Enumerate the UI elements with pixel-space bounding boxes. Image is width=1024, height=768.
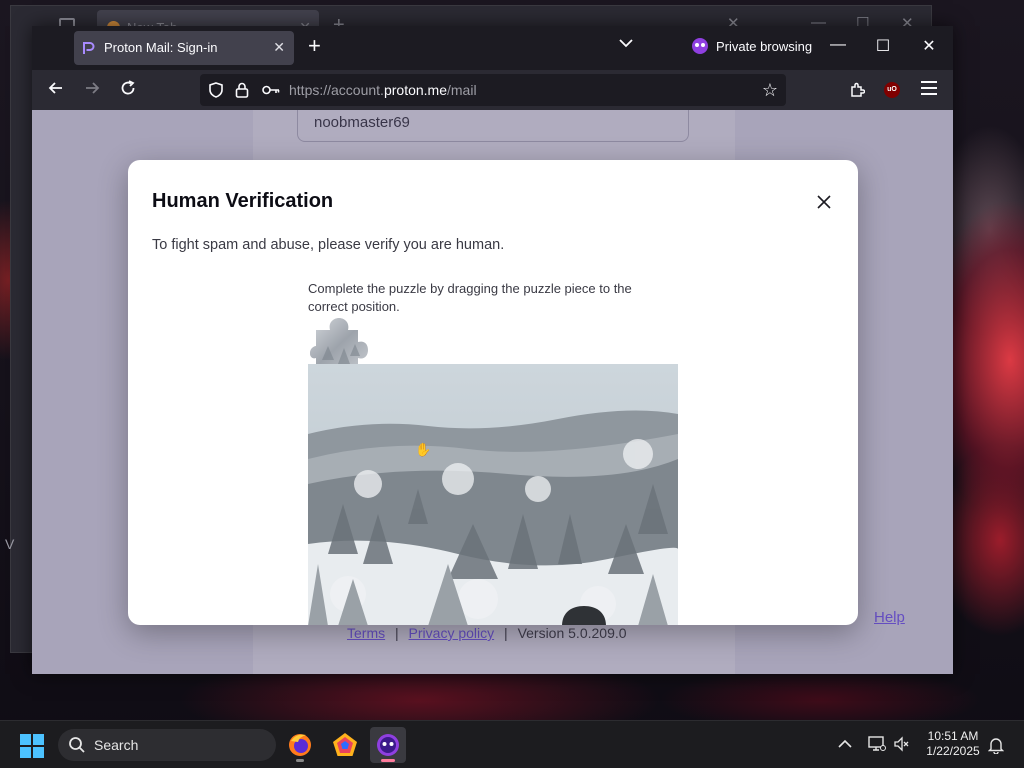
- navigation-toolbar: https://account.proton.me/mail ☆ uO: [32, 70, 953, 110]
- network-icon[interactable]: [868, 736, 886, 752]
- modal-description: To fight spam and abuse, please verify y…: [152, 237, 505, 253]
- taskbar: Search 10:51 AM 1/22/2025: [0, 720, 1024, 768]
- tab-list-icon[interactable]: [619, 38, 633, 48]
- ublock-origin-icon[interactable]: uO: [884, 82, 900, 98]
- new-tab-button[interactable]: +: [308, 34, 321, 58]
- firefox-private-taskbar-icon[interactable]: [370, 727, 406, 763]
- search-icon: [69, 737, 85, 753]
- forward-arrow-icon: [86, 82, 100, 94]
- private-browsing-indicator: Private browsing: [692, 38, 812, 54]
- running-indicator: [296, 759, 304, 762]
- tab-title: Proton Mail: Sign-in: [104, 40, 218, 55]
- firefox-icon: [289, 734, 311, 756]
- bookmark-star-icon[interactable]: ☆: [762, 80, 778, 101]
- taskbar-search[interactable]: Search: [58, 729, 276, 761]
- clock-date: 1/22/2025: [926, 744, 980, 758]
- active-indicator: [381, 759, 395, 762]
- private-browsing-label: Private browsing: [716, 38, 813, 54]
- background-side-text: V: [5, 536, 15, 552]
- puzzle-background-image: [308, 364, 678, 625]
- volume-muted-icon[interactable]: [894, 736, 910, 752]
- private-mask-icon: [692, 38, 708, 54]
- url-path: /mail: [447, 82, 477, 98]
- human-verification-modal: Human Verification To fight spam and abu…: [128, 160, 858, 625]
- title-bar: Proton Mail: Sign-in ✕ + Private browsin…: [32, 26, 953, 70]
- firefox-taskbar-icon[interactable]: [282, 727, 318, 763]
- clock-time: 10:51 AM: [927, 729, 979, 743]
- search-label: Search: [94, 737, 139, 753]
- maximize-button[interactable]: ☐: [873, 36, 893, 56]
- lock-icon[interactable]: [235, 82, 249, 98]
- windows-start-button[interactable]: [20, 734, 44, 758]
- forward-button[interactable]: [80, 78, 104, 102]
- key-icon[interactable]: [262, 84, 280, 96]
- shield-icon[interactable]: [208, 82, 224, 98]
- puzzle-instruction: Complete the puzzle by dragging the puzz…: [308, 281, 632, 314]
- reload-icon: [121, 80, 135, 95]
- url-prefix: https://account.: [289, 82, 384, 98]
- url-domain: proton.me: [383, 82, 447, 98]
- extensions-icon[interactable]: [849, 82, 865, 98]
- proton-pass-taskbar-icon[interactable]: [327, 727, 363, 763]
- proton-tab-icon: [83, 42, 95, 54]
- hand-cursor-icon: ✋: [415, 442, 432, 457]
- minimize-button[interactable]: —: [828, 36, 848, 54]
- back-button[interactable]: [44, 78, 68, 102]
- back-arrow-icon: [48, 82, 62, 94]
- tab-proton-mail[interactable]: Proton Mail: Sign-in ✕: [74, 31, 294, 65]
- url-text[interactable]: https://account.proton.me/mail: [289, 82, 477, 98]
- firefox-private-icon: [377, 734, 399, 756]
- bell-icon[interactable]: [988, 736, 1004, 754]
- tab-close-icon[interactable]: ✕: [273, 39, 285, 56]
- pentagon-app-icon: [333, 733, 357, 756]
- system-clock[interactable]: 10:51 AM 1/22/2025: [918, 729, 988, 759]
- chevron-up-icon[interactable]: [838, 739, 852, 749]
- reload-button[interactable]: [116, 78, 140, 102]
- app-menu-icon[interactable]: [921, 81, 937, 99]
- modal-title: Human Verification: [152, 190, 334, 212]
- close-window-button[interactable]: ✕: [919, 36, 939, 56]
- close-icon[interactable]: [812, 190, 836, 214]
- address-bar[interactable]: https://account.proton.me/mail ☆: [200, 74, 786, 106]
